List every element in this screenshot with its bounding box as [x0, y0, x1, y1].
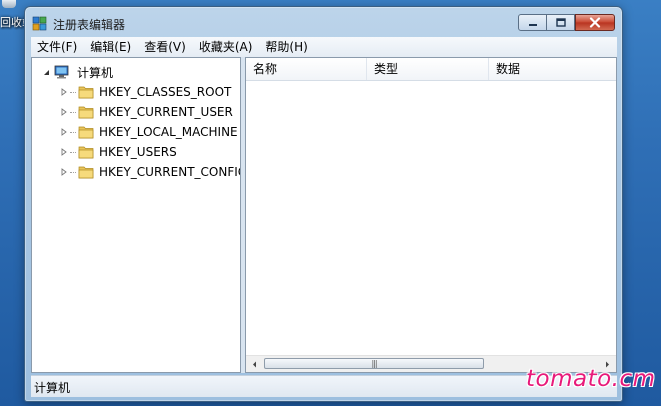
tree-node-label: HKEY_CURRENT_USER: [99, 105, 233, 119]
tree-node-label: HKEY_USERS: [99, 145, 177, 159]
expand-arrow-icon[interactable]: [60, 148, 68, 156]
arrow-left-icon: [253, 361, 256, 367]
scroll-thumb[interactable]: |||: [264, 358, 484, 369]
expand-arrow-icon[interactable]: [60, 168, 68, 176]
recycle-bin-icon: [2, 0, 16, 8]
title-bar[interactable]: 注册表编辑器: [25, 7, 622, 37]
tree-node-hkey-current-user[interactable]: HKEY_CURRENT_USER: [60, 102, 233, 122]
tree-connector: [70, 151, 76, 153]
computer-icon: [54, 65, 69, 79]
tree-connector: [70, 91, 76, 93]
folder-icon: [78, 126, 94, 139]
column-header-name[interactable]: 名称: [246, 58, 367, 80]
menu-view[interactable]: 查看(V): [138, 37, 193, 57]
tree-node-label: HKEY_CLASSES_ROOT: [99, 85, 232, 99]
tree-node-hkey-current-config[interactable]: HKEY_CURRENT_CONFIG: [60, 162, 241, 182]
collapse-arrow-icon[interactable]: [42, 68, 50, 76]
menu-favorites[interactable]: 收藏夹(A): [193, 37, 260, 57]
folder-icon: [78, 106, 94, 119]
window-title: 注册表编辑器: [53, 18, 126, 32]
menu-bar: 文件(F) 编辑(E) 查看(V) 收藏夹(A) 帮助(H): [31, 37, 617, 57]
menu-edit[interactable]: 编辑(E): [84, 37, 138, 57]
recycle-bin-label: 回收站: [0, 16, 24, 29]
registry-tree[interactable]: 计算机 HKEY_CLASSES_ROOT HKEY_CURRENT_USER …: [31, 57, 241, 373]
column-header-type[interactable]: 类型: [367, 58, 489, 80]
tree-connector: [70, 111, 76, 113]
expand-arrow-icon[interactable]: [60, 128, 68, 136]
folder-icon: [78, 86, 94, 99]
list-header: 名称 类型 数据: [246, 58, 616, 81]
menu-help[interactable]: 帮助(H): [259, 37, 314, 57]
folder-icon: [78, 166, 94, 179]
minimize-icon: [528, 23, 537, 26]
tree-connector: [70, 171, 76, 173]
recycle-bin-desktop-icon[interactable]: 回收站: [0, 0, 24, 40]
tree-node-hkey-classes-root[interactable]: HKEY_CLASSES_ROOT: [60, 82, 231, 102]
tree-node-hkey-users[interactable]: HKEY_USERS: [60, 142, 177, 162]
tree-node-hkey-local-machine[interactable]: HKEY_LOCAL_MACHINE: [60, 122, 238, 142]
close-button[interactable]: [575, 14, 615, 31]
expand-arrow-icon[interactable]: [60, 108, 68, 116]
registry-editor-window: 注册表编辑器 文件(F) 编辑(E) 查看(V) 收藏夹(A) 帮助(H) 计算…: [24, 6, 623, 402]
expand-arrow-icon[interactable]: [60, 88, 68, 96]
tree-connector: [70, 131, 76, 133]
tree-node-computer[interactable]: 计算机: [42, 62, 115, 82]
status-path: 计算机: [34, 381, 71, 395]
close-icon: [589, 17, 601, 28]
minimize-button[interactable]: [518, 14, 547, 31]
watermark-text: tomato.cm: [526, 366, 656, 392]
registry-editor-app-icon: [32, 16, 47, 31]
grip-icon: |||: [371, 359, 377, 368]
menu-file[interactable]: 文件(F): [31, 37, 84, 57]
folder-icon: [78, 146, 94, 159]
tree-root-label: 计算机: [77, 65, 114, 80]
column-header-data[interactable]: 数据: [489, 58, 616, 80]
maximize-icon: [555, 18, 566, 27]
maximize-button[interactable]: [547, 14, 575, 31]
tree-node-label: HKEY_LOCAL_MACHINE: [99, 125, 238, 139]
scroll-left-button[interactable]: [246, 356, 263, 372]
tree-node-label: HKEY_CURRENT_CONFIG: [99, 165, 241, 179]
values-list[interactable]: 名称 类型 数据 |||: [245, 57, 617, 373]
